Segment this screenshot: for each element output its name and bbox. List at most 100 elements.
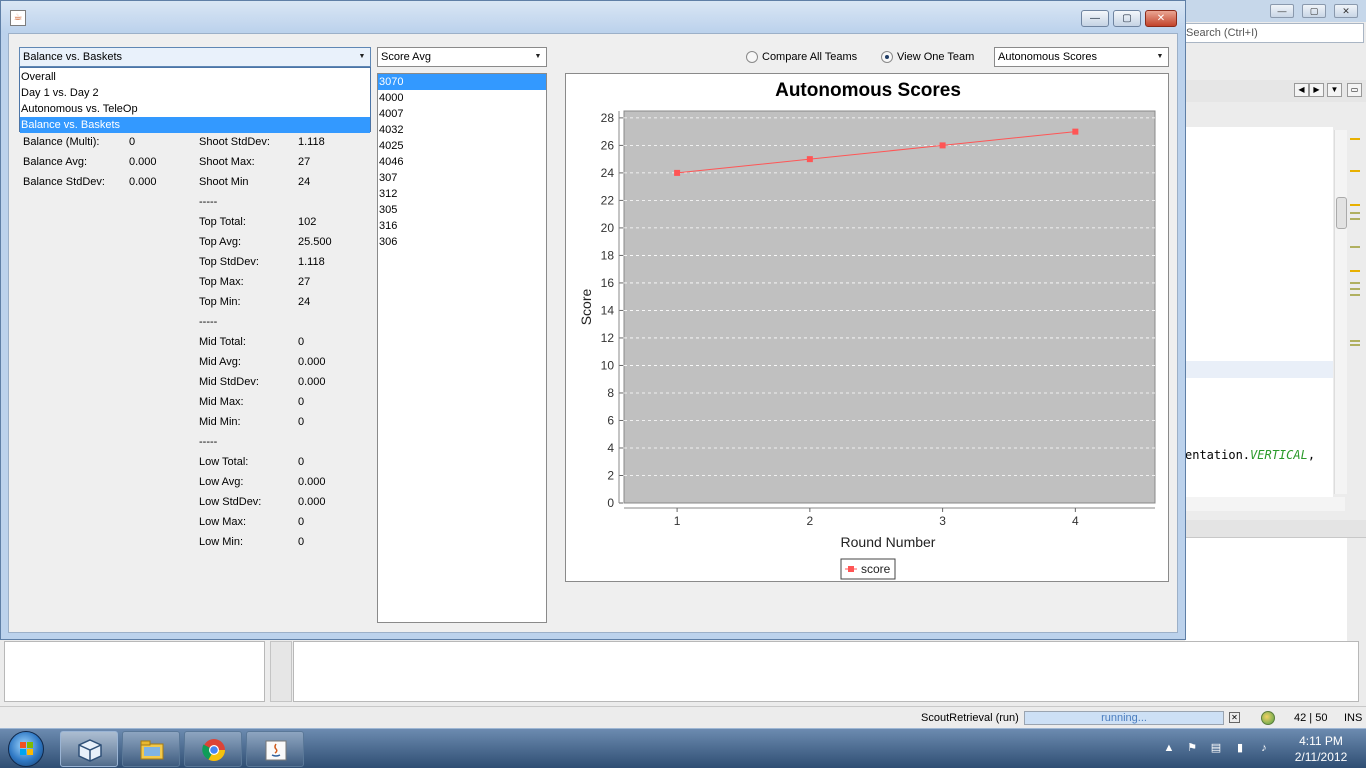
chevron-down-icon[interactable]: ▼ <box>354 48 370 66</box>
code-editor[interactable] <box>1185 127 1333 497</box>
stat-label: Mid Total: <box>199 336 246 348</box>
team-list-item[interactable]: 4046 <box>378 154 546 170</box>
nav-back-icon[interactable]: ◀ <box>1294 83 1309 97</box>
radio-selected-icon[interactable] <box>881 51 893 63</box>
team-list-item[interactable]: 4007 <box>378 106 546 122</box>
y-tick-label: 26 <box>601 138 615 152</box>
chevron-down-icon[interactable]: ▼ <box>530 48 546 66</box>
team-list-item[interactable]: 4000 <box>378 90 546 106</box>
volume-icon[interactable]: ♪ <box>1257 741 1271 755</box>
dropdown-option[interactable]: Day 1 vs. Day 2 <box>20 85 370 101</box>
ide-search-input[interactable]: Search (Ctrl+I) <box>1183 23 1364 43</box>
window-title-bar[interactable]: ☕ — ▢ ✕ <box>1 1 1185 32</box>
team-list-item[interactable]: 307 <box>378 170 546 186</box>
ide-close-button[interactable]: ✕ <box>1334 4 1358 18</box>
ide-title-bar: — ▢ ✕ <box>1185 0 1366 22</box>
dropdown-option[interactable]: Balance vs. Baskets <box>20 117 370 133</box>
y-tick-label: 10 <box>601 358 615 372</box>
dropdown-icon[interactable]: ▼ <box>1327 83 1342 97</box>
dropdown-option[interactable]: Autonomous vs. TeleOp <box>20 101 370 117</box>
view-one-team-label: View One Team <box>897 51 975 63</box>
stop-task-icon[interactable]: ✕ <box>1229 712 1240 723</box>
ide-minimize-button[interactable]: — <box>1270 4 1294 18</box>
clock-time: 4:11 PM <box>1299 734 1343 748</box>
network-globe-icon <box>1261 711 1275 725</box>
minimize-button[interactable]: — <box>1081 10 1109 27</box>
editor-vertical-scrollbar[interactable] <box>1334 130 1347 494</box>
y-tick-label: 12 <box>601 331 615 345</box>
team-list-item[interactable]: 312 <box>378 186 546 202</box>
stat-label: Shoot Min <box>199 176 249 188</box>
team-list[interactable]: 3070 4000 4007 4032 4025 4046 307 312 305 316 306 <box>377 73 547 623</box>
stat-value: 0 <box>298 396 305 408</box>
stat-label: Top Min: <box>199 296 241 308</box>
stat-value: 0 <box>129 136 136 148</box>
y-tick-label: 4 <box>607 441 614 455</box>
y-tick-label: 6 <box>607 413 614 427</box>
x-tick-label: 1 <box>674 514 681 528</box>
stat-label: Mid Max: <box>199 396 244 408</box>
chevron-down-icon[interactable]: ▼ <box>1152 48 1168 66</box>
y-tick-label: 18 <box>601 248 615 262</box>
maximize-button[interactable]: ▢ <box>1113 10 1141 27</box>
x-axis-label: Round Number <box>841 534 936 550</box>
caret-position: 42 | 50 <box>1294 712 1328 724</box>
stat-value: 1.118 <box>298 136 325 148</box>
dropdown-option[interactable]: Overall <box>20 69 370 85</box>
stat-label: Top Avg: <box>199 236 241 248</box>
stat-label: Shoot StdDev: <box>199 136 270 148</box>
radio-circle-icon[interactable] <box>746 51 758 63</box>
stat-separator: ----- <box>199 436 218 448</box>
data-point <box>674 169 681 176</box>
taskbar-java[interactable] <box>246 731 304 767</box>
taskbar-chrome[interactable] <box>184 731 242 767</box>
nav-forward-icon[interactable]: ▶ <box>1309 83 1324 97</box>
view-one-team-radio[interactable]: View One Team <box>881 50 974 64</box>
stat-label: Mid Min: <box>199 416 241 428</box>
editor-horizontal-scrollbar[interactable] <box>1185 497 1345 511</box>
action-center-icon[interactable]: ⚑ <box>1185 741 1199 755</box>
stat-label: Balance (Multi): <box>23 136 100 148</box>
stat-value: 102 <box>298 216 317 228</box>
stat-value: 0 <box>298 536 305 548</box>
taskbar-virtualbox[interactable] <box>60 731 118 767</box>
running-task-label[interactable]: ScoutRetrieval (run) <box>921 712 1019 724</box>
sort-by-select[interactable]: Score Avg ▼ <box>377 47 547 67</box>
team-list-item[interactable]: 305 <box>378 202 546 218</box>
stat-value: 27 <box>298 156 311 168</box>
java-app-icon[interactable]: ☕ <box>10 10 26 26</box>
x-tick-label: 4 <box>1072 514 1079 528</box>
view-mode-value: Balance vs. Baskets <box>23 51 123 63</box>
system-clock[interactable]: 4:11 PM 2/11/2012 <box>1284 733 1358 765</box>
stat-value: 27 <box>298 276 311 288</box>
chart-type-select[interactable]: Autonomous Scores ▼ <box>994 47 1169 67</box>
view-mode-select[interactable]: Balance vs. Baskets ▼ <box>19 47 371 67</box>
scrollbar-thumb[interactable] <box>1336 197 1347 229</box>
y-tick-label: 8 <box>607 386 614 400</box>
ide-maximize-button[interactable]: ▢ <box>1302 4 1326 18</box>
team-list-item[interactable]: 4032 <box>378 122 546 138</box>
network-icon[interactable]: ▮ <box>1233 741 1247 755</box>
team-list-item[interactable]: 316 <box>378 218 546 234</box>
windows-taskbar: ▲ ⚑ ▤ ▮ ♪ 4:11 PM 2/11/2012 <box>0 728 1366 768</box>
view-mode-dropdown-list[interactable]: Overall Day 1 vs. Day 2 Autonomous vs. Tel… <box>19 67 371 133</box>
folder-icon <box>140 740 164 760</box>
compare-all-teams-radio[interactable]: Compare All Teams <box>746 50 857 64</box>
show-hidden-icons-icon[interactable]: ▲ <box>1162 741 1176 755</box>
restore-panel-icon[interactable]: ▭ <box>1347 83 1362 97</box>
stat-value: 0.000 <box>298 496 326 508</box>
stat-label: Top StdDev: <box>199 256 259 268</box>
team-list-item[interactable]: 3070 <box>378 74 546 90</box>
y-tick-label: 16 <box>601 276 615 290</box>
close-button[interactable]: ✕ <box>1145 10 1177 27</box>
taskbar-explorer[interactable] <box>122 731 180 767</box>
stat-separator: ----- <box>199 196 218 208</box>
stat-value: 0 <box>298 456 305 468</box>
device-icon[interactable]: ▤ <box>1209 741 1223 755</box>
start-button[interactable] <box>8 731 44 767</box>
stat-label: Low Avg: <box>199 476 244 488</box>
team-list-item[interactable]: 306 <box>378 234 546 250</box>
team-list-item[interactable]: 4025 <box>378 138 546 154</box>
chart-title: Autonomous Scores <box>775 80 961 101</box>
stat-value: 0 <box>298 516 305 528</box>
